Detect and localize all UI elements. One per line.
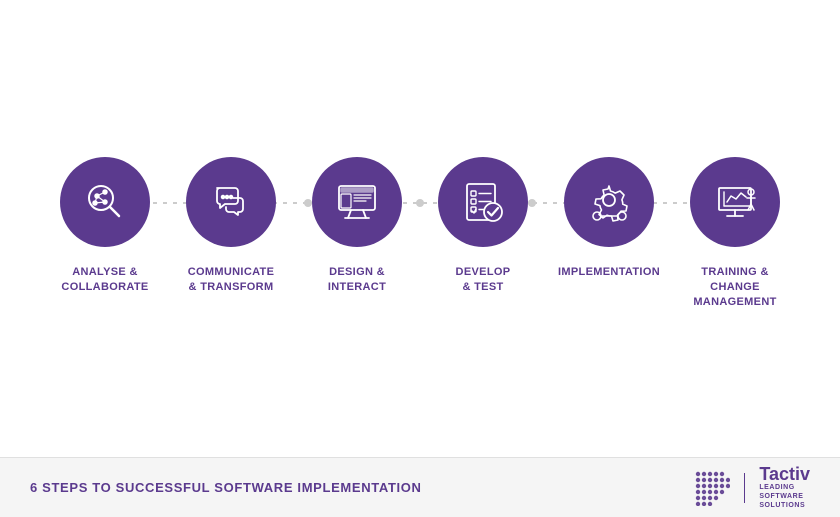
step-label-implementation: IMPLEMENTATION [546,265,672,280]
step-label-wrapper-develop: DEVELOP& TEST [420,265,546,295]
analyse-icon [81,178,129,226]
step-icon-training [672,157,798,247]
step-circle-implementation [564,157,654,247]
steps-container: ANALYSE & COLLABORATE COMMUNICATE& TRANS… [20,157,820,310]
step-icon-develop [420,157,546,247]
labels-row: ANALYSE & COLLABORATE COMMUNICATE& TRANS… [20,265,820,310]
step-circle-training [690,157,780,247]
main-content: ANALYSE & COLLABORATE COMMUNICATE& TRANS… [0,0,840,457]
step-label-training: TRAINING &CHANGEMANAGEMENT [672,265,798,310]
step-label-wrapper-analyse: ANALYSE & COLLABORATE [42,265,168,295]
step-label-wrapper-communicate: COMMUNICATE& TRANSFORM [168,265,294,295]
step-circle-communicate [186,157,276,247]
tactiv-logo-dots [694,470,730,506]
implementation-icon [585,178,633,226]
step-icon-implementation [546,157,672,247]
training-icon [711,178,759,226]
logo-sub: LEADINGSOFTWARESOLUTIONS [759,483,810,510]
step-circle-analyse [60,157,150,247]
logo-brand: Tactiv [759,465,810,483]
develop-icon [459,178,507,226]
footer: 6 STEPS TO SUCCESSFUL SOFTWARE IMPLEMENT… [0,457,840,517]
footer-title: 6 STEPS TO SUCCESSFUL SOFTWARE IMPLEMENT… [30,480,422,495]
step-icon-design [294,157,420,247]
step-label-design: DESIGN &INTERACT [294,265,420,295]
step-label-wrapper-implementation: IMPLEMENTATION [546,265,672,280]
logo-divider [744,473,745,503]
step-label-wrapper-training: TRAINING &CHANGEMANAGEMENT [672,265,798,310]
step-label-communicate: COMMUNICATE& TRANSFORM [168,265,294,295]
logo-area: Tactiv LEADINGSOFTWARESOLUTIONS [694,465,810,510]
step-icon-communicate [168,157,294,247]
step-circle-design [312,157,402,247]
step-circle-develop [438,157,528,247]
step-label-wrapper-design: DESIGN &INTERACT [294,265,420,295]
logo-text-area: Tactiv LEADINGSOFTWARESOLUTIONS [759,465,810,510]
communicate-icon [207,178,255,226]
step-icon-analyse [42,157,168,247]
design-icon [333,178,381,226]
icons-row [20,157,820,247]
step-label-analyse: ANALYSE & COLLABORATE [42,265,168,295]
step-label-develop: DEVELOP& TEST [420,265,546,295]
